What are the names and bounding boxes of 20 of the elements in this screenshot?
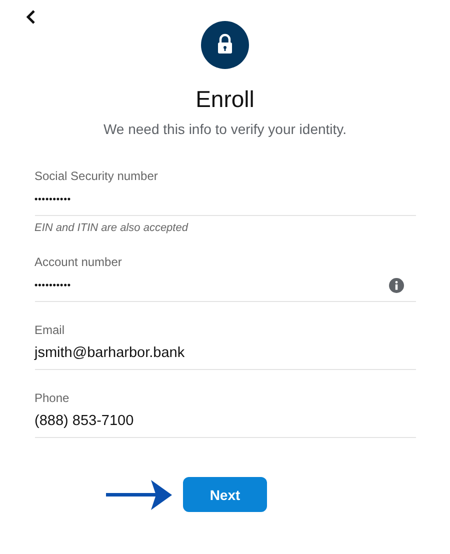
hint-text: EIN and ITIN are also accepted — [34, 222, 190, 234]
field-label: Social Security number — [34, 169, 159, 183]
field-value: •••••••••• — [34, 194, 72, 204]
page-title: Enroll — [196, 86, 254, 113]
next-button[interactable]: Next — [183, 477, 267, 512]
input-field[interactable]: Phone (888) 853-7100 — [34, 385, 416, 438]
field-value: jsmith@barharbor.bank — [34, 345, 185, 361]
field-label: Email — [34, 323, 66, 337]
field-value: (888) 853-7100 — [34, 413, 134, 429]
field-label: Account number — [34, 255, 123, 269]
input-field[interactable]: Email jsmith@barharbor.bank — [34, 317, 416, 370]
field-label: Phone — [34, 391, 70, 405]
info-icon[interactable] — [388, 278, 404, 292]
back-icon[interactable] — [26, 10, 36, 24]
field-value: •••••••••• — [34, 280, 72, 290]
input-field[interactable]: Social Security number •••••••••• — [34, 163, 416, 216]
arrow-icon — [106, 480, 172, 510]
lock-icon — [201, 21, 249, 69]
input-field[interactable]: Account number •••••••••• — [34, 249, 416, 302]
subtitle: We need this info to verify your identity. — [103, 121, 347, 137]
